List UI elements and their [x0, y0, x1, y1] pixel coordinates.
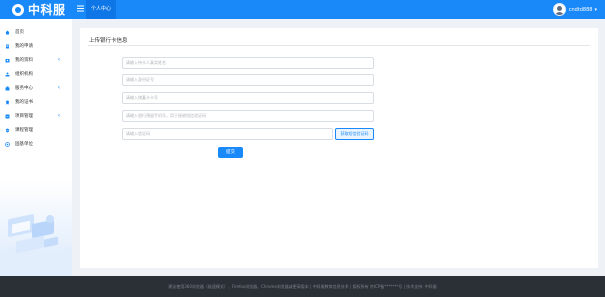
top-navbar: 中科服 个人中心 cndtd888 ▾	[0, 0, 605, 19]
user-menu[interactable]: cndtd888 ▾	[552, 2, 597, 17]
sidebar-item-label: 项目管理	[15, 114, 33, 119]
divider	[88, 45, 590, 46]
certificate-icon	[6, 100, 9, 104]
profile-icon	[5, 58, 10, 62]
sidebar-item-label: 我的申请	[15, 44, 33, 49]
card-number-input[interactable]: 请输入储蓄卡卡号	[122, 92, 374, 104]
logo-icon	[12, 3, 24, 16]
avatar[interactable]	[552, 3, 566, 16]
form-row-verification-code: *验证码 请输入验证码 获取短信验证码	[80, 128, 598, 140]
name-input[interactable]: 请输入持卡人真实姓名	[122, 57, 374, 69]
verification-code-input[interactable]: 请输入验证码	[122, 128, 333, 140]
sidebar-item-course-management[interactable]: 课程管理	[0, 123, 72, 137]
sidebar-item-unit[interactable]: 固基单位	[0, 137, 72, 151]
project-icon	[5, 114, 10, 118]
id-number-input[interactable]: 请输入身份证号	[122, 74, 374, 86]
sidebar-item-label: 固基单位	[15, 142, 33, 147]
form-row-card-number: *银行卡号 请输入储蓄卡卡号	[80, 92, 598, 104]
service-icon	[5, 86, 10, 90]
chevron-left-icon: ‹	[58, 113, 60, 119]
sidebar-illustration	[0, 179, 72, 276]
sidebar-item-my-application[interactable]: 我的申请	[0, 39, 72, 53]
home-icon	[5, 30, 10, 34]
form-row-bank-phone: *银行预留手机 请输入银行预留手机号，用于接收短信验证码	[80, 110, 598, 122]
course-icon	[5, 128, 10, 132]
sidebar-item-label: 课程管理	[15, 128, 33, 133]
sidebar-item-service-center[interactable]: 服务中心 ‹	[0, 81, 72, 95]
chevron-left-icon: ‹	[58, 57, 60, 63]
submit-button[interactable]: 提交	[218, 147, 243, 158]
sidebar-item-label: 首页	[15, 30, 24, 35]
user-name[interactable]: cndtd888	[569, 7, 593, 13]
sidebar-item-label: 我的资料	[15, 58, 33, 63]
logo[interactable]: 中科服	[12, 3, 66, 17]
hamburger-icon[interactable]	[77, 5, 84, 15]
form-row-id-number: *身份证号 请输入身份证号	[80, 74, 598, 86]
chevron-left-icon: ‹	[58, 85, 60, 91]
unit-icon	[5, 141, 10, 147]
sidebar-item-project-management[interactable]: 项目管理 ‹	[0, 109, 72, 123]
tab-personal-center[interactable]: 个人中心	[86, 0, 117, 19]
sidebar-item-my-certificate[interactable]: 我的证书	[0, 95, 72, 109]
document-icon	[6, 44, 9, 48]
send-code-button[interactable]: 获取短信验证码	[335, 128, 374, 140]
footer: 建议使用360浏览器（极速模式）、Firefox浏览器、Chrome浏览器或更高…	[0, 276, 605, 297]
logo-text: 中科服	[28, 3, 66, 17]
sidebar-item-label: 组织机构	[15, 72, 33, 77]
sidebar-item-my-profile[interactable]: 我的资料 ‹	[0, 53, 72, 67]
organization-icon	[5, 72, 10, 76]
sidebar-item-label: 我的证书	[15, 100, 33, 105]
sidebar-item-home[interactable]: 首页	[0, 25, 72, 39]
main-panel: 上传银行卡信息 *姓名 请输入持卡人真实姓名 *身份证号 请输入身份证号 *银行…	[80, 28, 598, 268]
page-title: 上传银行卡信息	[89, 38, 128, 44]
sidebar-item-organization[interactable]: 组织机构	[0, 67, 72, 81]
form-row-name: *姓名 请输入持卡人真实姓名	[80, 57, 598, 69]
footer-text: 建议使用360浏览器（极速模式）、Firefox浏览器、Chrome浏览器或更高…	[168, 284, 437, 289]
sidebar-item-label: 服务中心	[15, 86, 33, 91]
bank-phone-input[interactable]: 请输入银行预留手机号，用于接收短信验证码	[122, 110, 374, 122]
chevron-down-icon[interactable]: ▾	[594, 7, 597, 13]
sidebar: 首页 我的申请 我的资料 ‹ 组织机构 服务中心 ‹ 我的证书 项目管理 ‹ 课…	[0, 19, 72, 276]
